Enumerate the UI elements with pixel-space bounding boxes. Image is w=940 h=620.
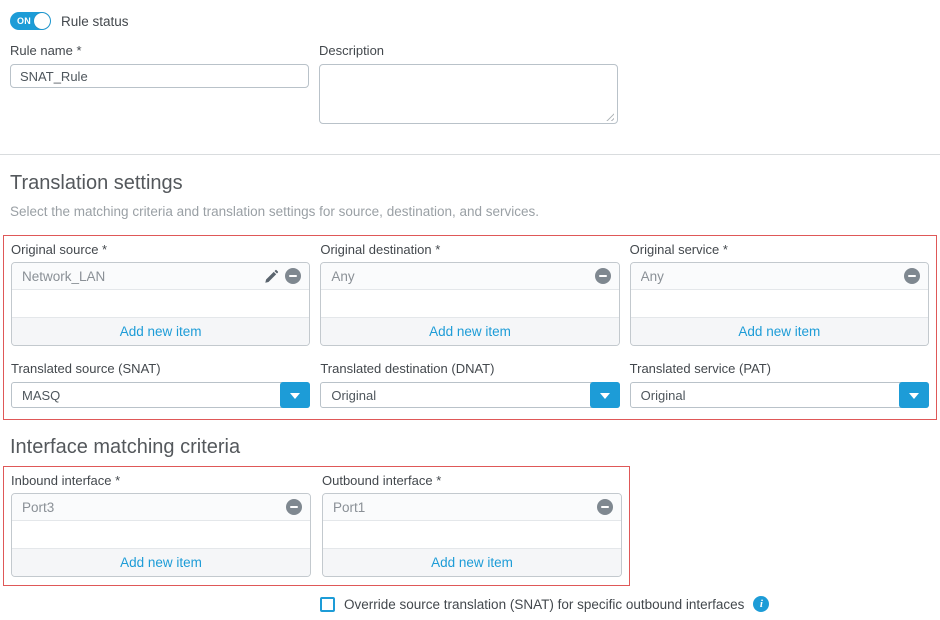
translated-destination-label: Translated destination (DNAT)	[320, 361, 619, 376]
remove-icon[interactable]	[285, 268, 301, 284]
chevron-down-icon	[290, 393, 300, 399]
original-destination-label: Original destination *	[320, 242, 619, 257]
translated-service-label: Translated service (PAT)	[630, 361, 929, 376]
translated-source-label: Translated source (SNAT)	[11, 361, 310, 376]
toggle-knob	[34, 13, 50, 29]
original-criteria-grid: Original source * Network_LAN Add new it…	[11, 242, 929, 346]
rule-status-row: ON Rule status	[10, 12, 930, 30]
item-name: Any	[331, 269, 594, 284]
selected-value: MASQ	[22, 388, 60, 403]
list-item: Port1	[323, 494, 621, 521]
translation-settings-subtitle: Select the matching criteria and transla…	[10, 204, 930, 219]
edit-icon[interactable]	[264, 268, 280, 284]
add-new-item-button[interactable]: Add new item	[12, 317, 309, 345]
outbound-interface-column: Outbound interface * Port1 Add new item	[322, 473, 622, 577]
description-textarea[interactable]	[319, 64, 618, 124]
override-snat-row: Override source translation (SNAT) for s…	[320, 596, 940, 612]
interface-matching-group: Inbound interface * Port3 Add new item O…	[3, 466, 630, 586]
item-name: Network_LAN	[22, 269, 264, 284]
add-new-item-button[interactable]: Add new item	[321, 317, 618, 345]
item-name: Any	[641, 269, 904, 284]
list-spacer	[321, 290, 618, 317]
rule-name-field: Rule name *	[10, 43, 309, 127]
inbound-interface-label: Inbound interface *	[11, 473, 311, 488]
override-snat-label: Override source translation (SNAT) for s…	[344, 597, 744, 612]
selected-value: Original	[641, 388, 686, 403]
list-item: Network_LAN	[12, 263, 309, 290]
rule-status-toggle[interactable]: ON	[10, 12, 51, 30]
inbound-interface-listbox: Port3 Add new item	[11, 493, 311, 577]
translated-service-select[interactable]: Original	[630, 382, 929, 408]
interface-grid: Inbound interface * Port3 Add new item O…	[11, 473, 622, 577]
original-source-label: Original source *	[11, 242, 310, 257]
translated-service-column: Translated service (PAT) Original	[630, 346, 929, 408]
section-divider	[0, 154, 940, 155]
item-name: Port1	[333, 500, 597, 515]
translated-destination-column: Translated destination (DNAT) Original	[320, 346, 619, 408]
remove-icon[interactable]	[597, 499, 613, 515]
info-icon[interactable]: i	[753, 596, 769, 612]
select-button[interactable]	[899, 382, 929, 408]
original-service-listbox: Any Add new item	[630, 262, 929, 346]
original-source-column: Original source * Network_LAN Add new it…	[11, 242, 310, 346]
translated-settings-grid: Translated source (SNAT) MASQ Translated…	[11, 346, 929, 408]
outbound-interface-label: Outbound interface *	[322, 473, 622, 488]
remove-icon[interactable]	[286, 499, 302, 515]
name-description-row: Rule name * Description	[10, 43, 930, 127]
rule-status-label: Rule status	[61, 14, 129, 29]
original-source-listbox: Network_LAN Add new item	[11, 262, 310, 346]
item-name: Port3	[22, 500, 286, 515]
list-spacer	[12, 521, 310, 548]
add-new-item-button[interactable]: Add new item	[323, 548, 621, 576]
interface-matching-heading: Interface matching criteria	[10, 436, 930, 459]
list-item: Any	[321, 263, 618, 290]
rule-name-input[interactable]	[10, 64, 309, 88]
original-service-label: Original service *	[630, 242, 929, 257]
add-new-item-button[interactable]: Add new item	[12, 548, 310, 576]
translation-settings-group: Original source * Network_LAN Add new it…	[3, 235, 937, 420]
add-new-item-button[interactable]: Add new item	[631, 317, 928, 345]
outbound-interface-listbox: Port1 Add new item	[322, 493, 622, 577]
inbound-interface-column: Inbound interface * Port3 Add new item	[11, 473, 311, 577]
list-spacer	[323, 521, 621, 548]
chevron-down-icon	[909, 393, 919, 399]
chevron-down-icon	[600, 393, 610, 399]
translated-source-select[interactable]: MASQ	[11, 382, 310, 408]
translated-source-column: Translated source (SNAT) MASQ	[11, 346, 310, 408]
remove-icon[interactable]	[595, 268, 611, 284]
original-destination-listbox: Any Add new item	[320, 262, 619, 346]
original-service-column: Original service * Any Add new item	[630, 242, 929, 346]
translation-settings-heading: Translation settings	[10, 172, 930, 195]
list-item: Any	[631, 263, 928, 290]
override-snat-checkbox[interactable]	[320, 597, 335, 612]
description-label: Description	[319, 43, 618, 58]
select-button[interactable]	[280, 382, 310, 408]
remove-icon[interactable]	[904, 268, 920, 284]
select-button[interactable]	[590, 382, 620, 408]
list-item: Port3	[12, 494, 310, 521]
description-field: Description	[319, 43, 618, 127]
description-textarea-wrap	[319, 64, 618, 127]
original-destination-column: Original destination * Any Add new item	[320, 242, 619, 346]
translated-destination-select[interactable]: Original	[320, 382, 619, 408]
list-spacer	[12, 290, 309, 317]
selected-value: Original	[331, 388, 376, 403]
list-spacer	[631, 290, 928, 317]
toggle-on-label: ON	[17, 16, 31, 26]
rule-name-label: Rule name *	[10, 43, 309, 58]
